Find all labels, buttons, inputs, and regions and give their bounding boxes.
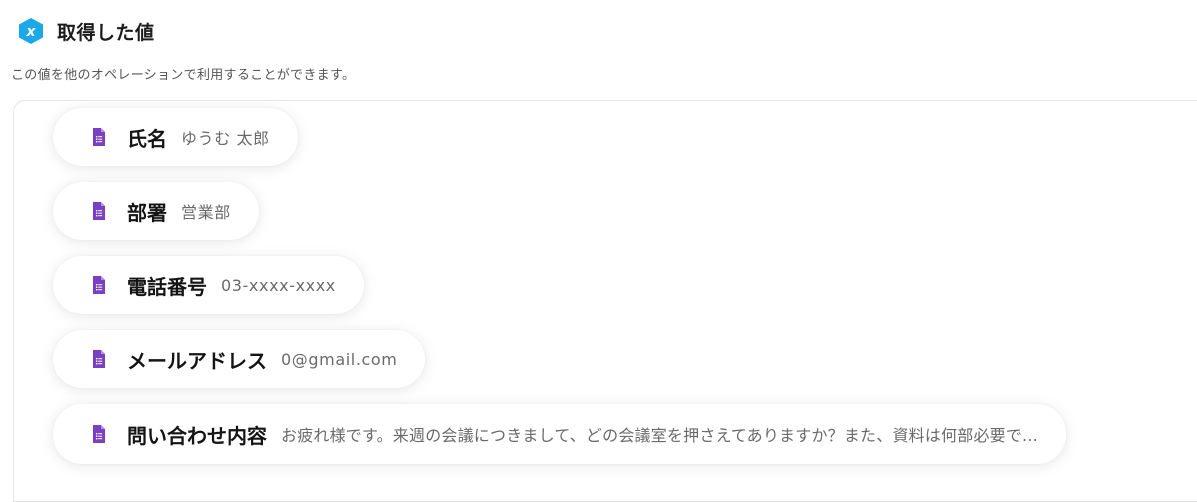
field-value: お疲れ様です。来週の会議につきまして、どの会議室を押さえてありますか？また、資料… xyxy=(281,426,1038,445)
values-panel: 氏名 ゆうむ 太郎 部署 営業部 電話番号 03-xxxx-xxxx メールアド… xyxy=(13,100,1197,502)
field-label: メールアドレス xyxy=(127,348,267,373)
value-chip-phone[interactable]: 電話番号 03-xxxx-xxxx xyxy=(53,256,364,314)
header: x 取得した値 xyxy=(17,17,155,45)
field-label: 問い合わせ内容 xyxy=(127,423,267,448)
value-chip-email[interactable]: メールアドレス 0@gmail.com xyxy=(53,330,426,388)
google-forms-icon xyxy=(89,127,109,147)
field-label: 部署 xyxy=(127,200,167,225)
field-label: 電話番号 xyxy=(127,274,207,299)
google-forms-icon xyxy=(89,349,109,369)
field-value: ゆうむ 太郎 xyxy=(181,129,270,148)
value-chip-department[interactable]: 部署 営業部 xyxy=(53,182,259,240)
google-forms-icon xyxy=(89,424,109,444)
field-value: 03-xxxx-xxxx xyxy=(221,275,336,295)
google-forms-icon xyxy=(89,201,109,221)
field-label: 氏名 xyxy=(127,126,167,151)
section-description: この値を他のオペレーションで利用することができます。 xyxy=(11,68,356,83)
google-forms-icon xyxy=(89,275,109,295)
value-chip-inquiry[interactable]: 問い合わせ内容 お疲れ様です。来週の会議につきまして、どの会議室を押さえてありま… xyxy=(53,404,1066,464)
hexagon-x-icon: x xyxy=(17,17,45,45)
svg-text:x: x xyxy=(25,24,36,40)
section-title: 取得した値 xyxy=(57,21,155,44)
value-chip-name[interactable]: 氏名 ゆうむ 太郎 xyxy=(53,108,298,166)
field-value: 0@gmail.com xyxy=(281,349,398,369)
field-value: 営業部 xyxy=(181,203,231,222)
